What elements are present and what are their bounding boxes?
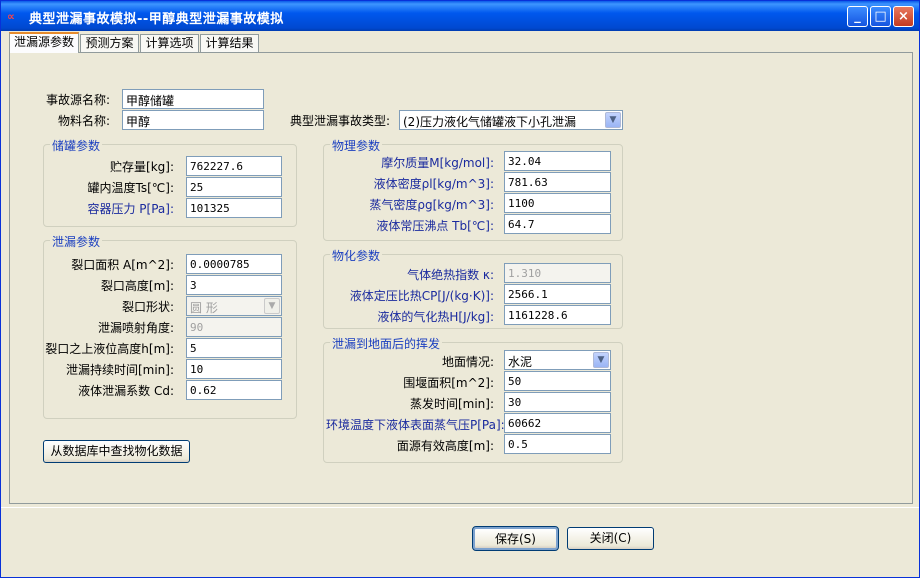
- molar-mass-input[interactable]: 32.04: [504, 151, 611, 171]
- leak-params-title: 泄漏参数: [50, 233, 103, 250]
- close-window-button[interactable]: ×: [893, 6, 914, 27]
- boiling-point-label: 液体常压沸点 Tb[℃]:: [376, 219, 494, 233]
- jet-angle-label: 泄漏喷射角度:: [97, 321, 174, 335]
- liquid-height-input[interactable]: 5: [186, 338, 282, 358]
- ground-condition-value: 水泥: [508, 355, 533, 369]
- specific-heat-label: 液体定压比热CP[J/(kg·K)]:: [349, 289, 494, 303]
- crack-shape-select: 圆 形 ▼: [186, 296, 282, 316]
- vaporization-heat-input[interactable]: 1161228.6: [504, 305, 611, 325]
- evaporation-time-label: 蒸发时间[min]:: [409, 397, 494, 411]
- vaporization-heat-label: 液体的气化热H[J/kg]:: [377, 310, 494, 324]
- accident-name-input[interactable]: 甲醇储罐: [122, 89, 264, 109]
- chevron-down-icon[interactable]: ▼: [605, 112, 621, 128]
- tank-pressure-label: 容器压力 P[Pa]:: [87, 202, 174, 216]
- storage-mass-input[interactable]: 762227.6: [186, 156, 282, 176]
- tank-pressure-input[interactable]: 101325: [186, 198, 282, 218]
- adiabatic-index-input: 1.310: [504, 263, 611, 283]
- app-icon: ∝: [7, 10, 15, 23]
- accident-type-select[interactable]: (2)压力液化气储罐液下小孔泄漏 ▼: [399, 110, 623, 130]
- vapor-density-label: 蒸气密度ρg[kg/m^3]:: [369, 198, 494, 212]
- save-button[interactable]: 保存(S): [472, 526, 559, 551]
- accident-type-value: (2)压力液化气储罐液下小孔泄漏: [403, 115, 576, 129]
- leak-coefficient-input[interactable]: 0.62: [186, 380, 282, 400]
- molar-mass-label: 摩尔质量M[kg/mol]:: [381, 156, 494, 170]
- source-height-label: 面源有效高度[m]:: [396, 439, 494, 453]
- crack-height-label: 裂口高度[m]:: [100, 279, 174, 293]
- tank-temp-label: 罐内温度Ts[℃]:: [87, 181, 174, 195]
- storage-params-title: 储罐参数: [50, 137, 103, 154]
- maximize-button[interactable]: □: [870, 6, 891, 27]
- tank-temp-input[interactable]: 25: [186, 177, 282, 197]
- close-button[interactable]: 关闭(C): [567, 527, 654, 550]
- accident-name-label: 事故源名称:: [45, 93, 110, 107]
- divider: [1, 507, 919, 508]
- adiabatic-index-label: 气体绝热指数 κ:: [407, 268, 494, 282]
- chevron-down-icon: ▼: [264, 298, 280, 314]
- jet-angle-input: 90: [186, 317, 282, 337]
- storage-mass-label: 贮存量[kg]:: [110, 160, 174, 174]
- lookup-database-button[interactable]: 从数据库中查找物化数据: [43, 440, 190, 463]
- vapor-pressure-input[interactable]: 60662: [504, 413, 611, 433]
- window-title: 典型泄漏事故模拟--甲醇典型泄漏事故模拟: [29, 12, 284, 27]
- liquid-density-input[interactable]: 781.63: [504, 172, 611, 192]
- main-window: ∝ 典型泄漏事故模拟--甲醇典型泄漏事故模拟 _ □ × 泄漏源参数 预测方案 …: [0, 0, 920, 578]
- chevron-down-icon[interactable]: ▼: [593, 352, 609, 368]
- crack-shape-label: 裂口形状:: [121, 300, 174, 314]
- leak-coefficient-label: 液体泄漏系数 Cd:: [78, 384, 174, 398]
- tab-leak-source[interactable]: 泄漏源参数: [9, 32, 79, 53]
- source-height-input[interactable]: 0.5: [504, 434, 611, 454]
- leak-duration-input[interactable]: 10: [186, 359, 282, 379]
- chemical-params-title: 物化参数: [330, 247, 383, 264]
- evaporation-time-input[interactable]: 30: [504, 392, 611, 412]
- crack-area-input[interactable]: 0.0000785: [186, 254, 282, 274]
- crack-height-input[interactable]: 3: [186, 275, 282, 295]
- dike-area-label: 围堰面积[m^2]:: [403, 376, 494, 390]
- accident-type-label: 典型泄漏事故类型:: [289, 114, 390, 128]
- crack-shape-value: 圆 形: [190, 301, 218, 315]
- tab-prediction[interactable]: 预测方案: [80, 34, 139, 52]
- tab-calc-results[interactable]: 计算结果: [200, 34, 259, 52]
- boiling-point-input[interactable]: 64.7: [504, 214, 611, 234]
- material-label: 物料名称:: [57, 114, 110, 128]
- minimize-button[interactable]: _: [847, 6, 868, 27]
- leak-duration-label: 泄漏持续时间[min]:: [65, 363, 174, 377]
- tab-calc-options[interactable]: 计算选项: [140, 34, 199, 52]
- vapor-pressure-label: 环境温度下液体表面蒸气压P[Pa]:: [326, 418, 505, 432]
- liquid-density-label: 液体密度ρl[kg/m^3]:: [373, 177, 494, 191]
- liquid-height-label: 裂口之上液位高度h[m]:: [45, 342, 174, 356]
- tab-panel: 事故源名称: 甲醇储罐 物料名称: 甲醇 典型泄漏事故类型: (2)压力液化气储…: [9, 52, 913, 504]
- vapor-density-input[interactable]: 1100: [504, 193, 611, 213]
- ground-condition-select[interactable]: 水泥 ▼: [504, 350, 611, 370]
- physical-params-title: 物理参数: [330, 137, 383, 154]
- evaporation-title: 泄漏到地面后的挥发: [330, 335, 443, 352]
- title-bar: ∝ 典型泄漏事故模拟--甲醇典型泄漏事故模拟 _ □ ×: [1, 1, 919, 31]
- dike-area-input[interactable]: 50: [504, 371, 611, 391]
- specific-heat-input[interactable]: 2566.1: [504, 284, 611, 304]
- material-input[interactable]: 甲醇: [122, 110, 264, 130]
- ground-condition-label: 地面情况:: [441, 355, 494, 369]
- crack-area-label: 裂口面积 A[m^2]:: [71, 258, 174, 272]
